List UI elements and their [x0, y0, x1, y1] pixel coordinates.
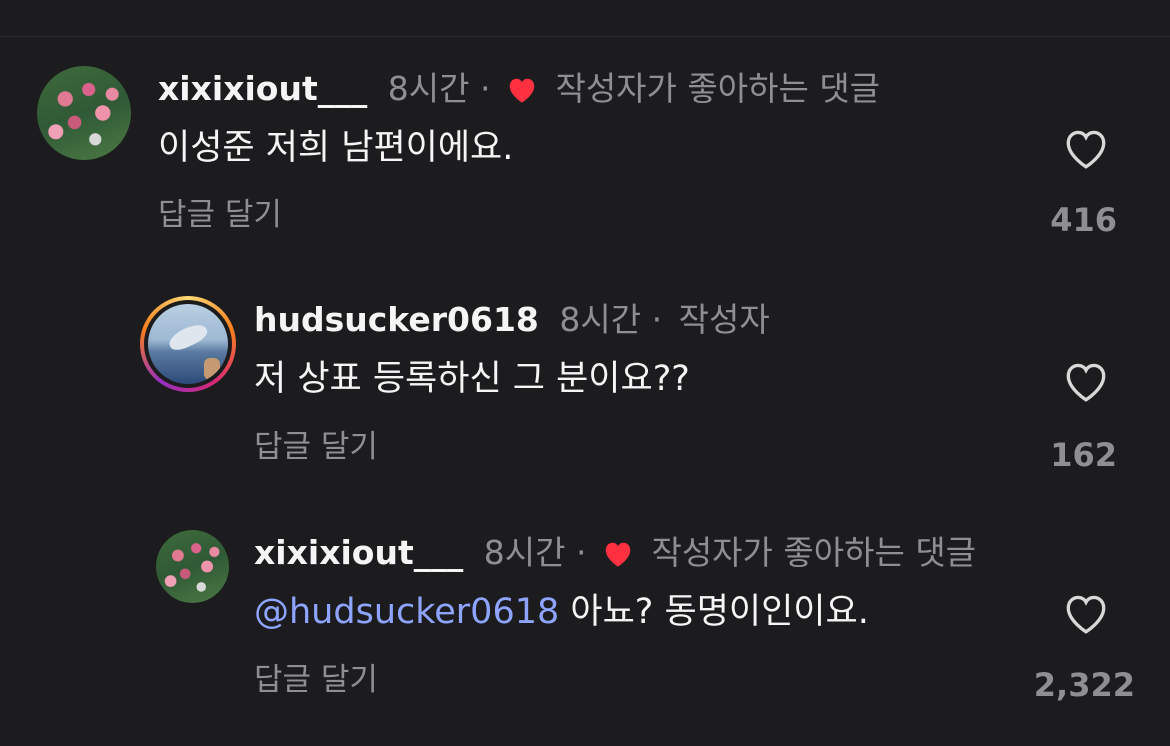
avatar-story-ring — [144, 300, 232, 388]
avatar-photo — [148, 304, 228, 384]
timestamp: 8시간 — [559, 300, 642, 339]
liked-by-author-label: 작성자가 좋아하는 댓글 — [651, 533, 977, 572]
heart-outline-icon[interactable] — [1061, 589, 1111, 635]
username[interactable]: xixixiout___ — [158, 69, 367, 108]
heart-filled-icon — [605, 542, 631, 567]
heart-filled-icon — [509, 78, 535, 103]
avatar[interactable] — [37, 66, 131, 160]
mention-link[interactable]: @hudsucker0618 — [254, 592, 559, 632]
heart-outline-icon[interactable] — [1061, 357, 1111, 403]
reply-button[interactable]: 답글 달기 — [254, 427, 378, 467]
reply-button[interactable]: 답글 달기 — [158, 195, 282, 235]
like-count: 416 — [1050, 201, 1117, 239]
comment-meta: hudsucker0618 8시간 · 작성자 — [254, 300, 770, 340]
username[interactable]: hudsucker0618 — [254, 300, 539, 339]
like-count: 162 — [1050, 436, 1117, 474]
author-badge: 작성자 — [678, 300, 770, 339]
like-count: 2,322 — [1033, 666, 1135, 704]
separator: · — [651, 300, 663, 339]
hand-image — [204, 358, 220, 380]
fish-image — [166, 320, 210, 354]
avatar[interactable] — [140, 296, 236, 392]
timestamp: 8시간 — [387, 69, 470, 108]
comment-text: 이성준 저희 남편이에요. — [158, 128, 514, 168]
avatar[interactable] — [156, 530, 229, 603]
liked-by-author-label: 작성자가 좋아하는 댓글 — [555, 69, 881, 108]
separator: · — [575, 533, 587, 572]
comment-meta: xixixiout___ 8시간 · 작성자가 좋아하는 댓글 — [158, 69, 880, 109]
comment-text-body: 아뇨? 동명이인이요. — [559, 592, 869, 632]
reply-button[interactable]: 답글 달기 — [254, 660, 378, 700]
heart-outline-icon[interactable] — [1061, 124, 1111, 170]
top-divider — [0, 36, 1170, 37]
separator: · — [479, 69, 491, 108]
username[interactable]: xixixiout___ — [254, 533, 463, 572]
comment-meta: xixixiout___ 8시간 · 작성자가 좋아하는 댓글 — [254, 533, 976, 573]
comment-text: 저 상표 등록하신 그 분이요?? — [254, 359, 690, 399]
timestamp: 8시간 — [483, 533, 566, 572]
comment-text: @hudsucker0618 아뇨? 동명이인이요. — [254, 590, 869, 634]
